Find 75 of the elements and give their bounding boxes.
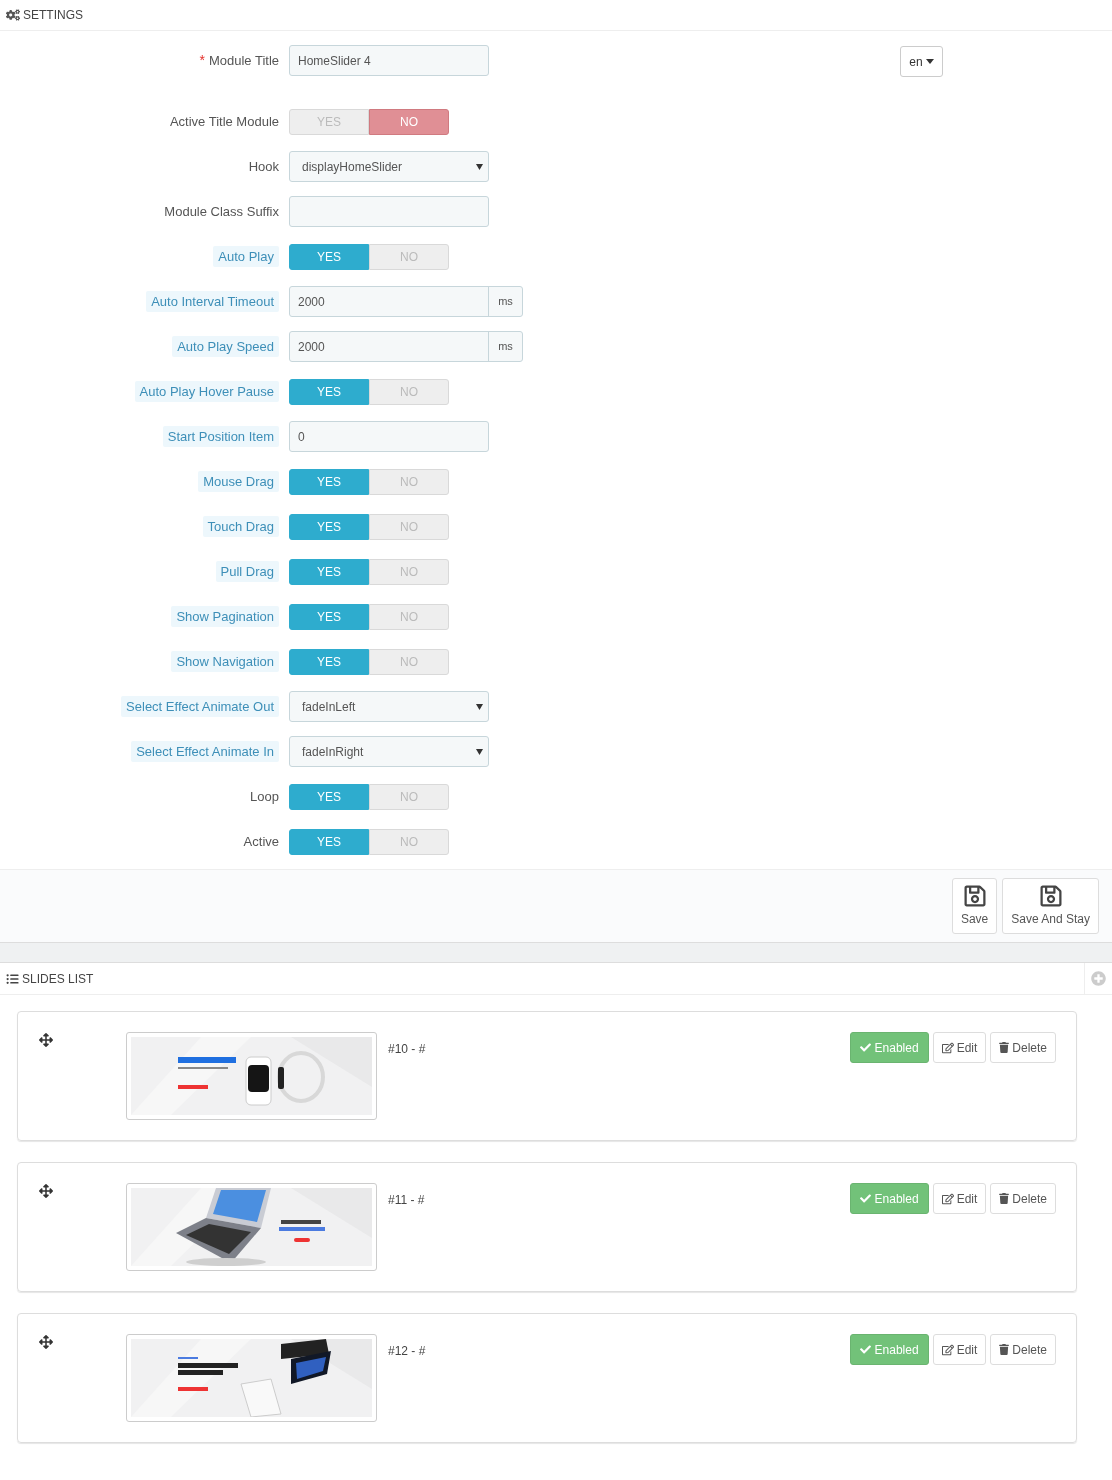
enabled-button[interactable]: Enabled [849, 1032, 929, 1063]
text-field[interactable] [289, 196, 489, 227]
caret-icon [925, 59, 934, 64]
select-dropdown[interactable]: fadeInLeft [289, 691, 489, 722]
caret-icon [476, 163, 483, 170]
field-label: Pull Drag [215, 560, 279, 583]
text-field[interactable]: 0 [289, 421, 489, 452]
field-label: Auto Play Hover Pause [134, 380, 279, 403]
yes-option[interactable]: YES [289, 828, 369, 855]
slide-label: #11 - # [388, 1192, 425, 1209]
field-label: Select Effect Animate In [131, 740, 279, 763]
save-button[interactable]: Save [951, 878, 998, 934]
move-icon[interactable] [39, 1033, 53, 1047]
number-field[interactable]: 2000 ms [289, 331, 523, 362]
section-title: SLIDES LIST [22, 970, 94, 988]
field-label: Hook [248, 157, 279, 176]
yes-option[interactable]: YES [289, 243, 369, 270]
select-dropdown[interactable]: displayHomeSlider [289, 151, 489, 182]
delete-button[interactable]: Delete [990, 1032, 1056, 1063]
slide-label: #12 - # [388, 1343, 426, 1360]
yes-option[interactable]: YES [289, 648, 369, 675]
field-label: Touch Drag [202, 515, 279, 538]
save-button[interactable]: Save And Stay [1002, 878, 1099, 934]
yes-option[interactable]: YES [289, 378, 369, 405]
edit-icon [941, 1041, 954, 1054]
check-icon [859, 1193, 871, 1204]
check-icon [859, 1344, 871, 1355]
field-label: Start Position Item [162, 425, 279, 448]
edit-button[interactable]: Edit [932, 1334, 987, 1365]
field-label: Select Effect Animate Out [121, 695, 279, 718]
select-dropdown[interactable]: fadeInRight [289, 736, 489, 767]
caret-icon [476, 748, 483, 755]
yes-option[interactable]: YES [289, 603, 369, 630]
text-field[interactable]: HomeSlider 4 [289, 45, 489, 76]
field-label: Active Title Module [169, 112, 279, 131]
number-field[interactable]: 2000 ms [289, 286, 523, 317]
enabled-button[interactable]: Enabled [849, 1183, 929, 1214]
yes-option[interactable]: YES [289, 513, 369, 540]
list-icon [6, 972, 19, 985]
edit-button[interactable]: Edit [932, 1183, 987, 1214]
section-title: SETTINGS [23, 7, 83, 24]
settings-icon [6, 9, 20, 21]
delete-button[interactable]: Delete [990, 1183, 1056, 1214]
field-label: Show Pagination [171, 605, 279, 628]
slide-label: #10 - # [388, 1041, 426, 1058]
field-label: Active [243, 832, 279, 851]
unit-addon: ms [488, 332, 522, 361]
enabled-button[interactable]: Enabled [849, 1334, 929, 1365]
caret-icon [476, 703, 483, 710]
field-label: Module Title [208, 51, 279, 70]
check-icon [859, 1042, 871, 1053]
field-label: Show Navigation [171, 650, 279, 673]
field-label: Mouse Drag [198, 470, 279, 493]
field-label: Auto Play Speed [172, 335, 279, 358]
move-icon[interactable] [39, 1335, 53, 1349]
unit-addon: ms [488, 287, 522, 316]
trash-icon [999, 1042, 1010, 1053]
trash-icon [999, 1193, 1010, 1204]
yes-option[interactable]: YES [289, 468, 369, 495]
field-label: Module Class Suffix [164, 202, 279, 221]
language-dropdown[interactable]: en [900, 46, 943, 77]
edit-icon [941, 1192, 954, 1205]
yes-option[interactable]: YES [289, 558, 369, 585]
trash-icon [999, 1344, 1010, 1355]
required-asterisk: * [199, 51, 205, 70]
move-icon[interactable] [39, 1184, 53, 1198]
field-label: Loop [250, 787, 279, 806]
plus-icon [1091, 971, 1106, 986]
edit-icon [941, 1343, 954, 1356]
edit-button[interactable]: Edit [932, 1032, 987, 1063]
field-label: Auto Play [213, 245, 279, 268]
yes-option[interactable]: YES [289, 783, 369, 810]
no-option[interactable]: NO [369, 108, 449, 135]
delete-button[interactable]: Delete [990, 1334, 1056, 1365]
field-label: Auto Interval Timeout [146, 290, 279, 313]
